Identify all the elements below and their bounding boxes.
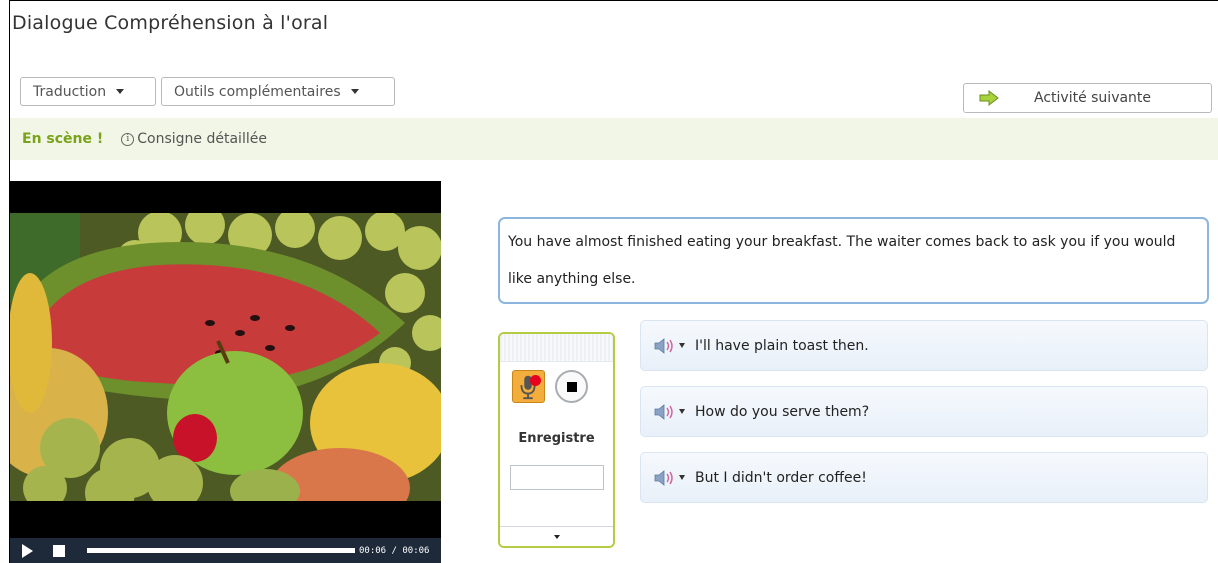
answer-option[interactable]: How do you serve them?	[640, 386, 1208, 437]
chevron-down-icon[interactable]	[679, 343, 685, 348]
video-progress-fill	[87, 548, 355, 553]
scene-label: En scène !	[22, 131, 104, 147]
situation-prompt: You have almost finished eating your bre…	[498, 217, 1209, 304]
next-activity-button[interactable]: Activité suivante	[963, 83, 1212, 113]
arrow-right-icon	[979, 90, 999, 106]
recorder-expand-button[interactable]	[500, 526, 613, 546]
recording-field[interactable]	[510, 465, 604, 490]
page-title: Dialogue Compréhension à l'oral	[12, 12, 329, 34]
stop-icon[interactable]	[53, 544, 65, 557]
video-progress-bar[interactable]	[87, 548, 355, 553]
recorder-header	[500, 334, 613, 362]
answer-option-text: But I didn't order coffee!	[695, 469, 867, 486]
play-icon[interactable]	[22, 543, 33, 558]
answer-option-text: How do you serve them?	[695, 403, 870, 420]
video-total-time: 00:06	[402, 545, 430, 556]
chevron-down-icon	[350, 89, 359, 94]
video-current-time: 00:06	[359, 545, 387, 556]
instructions-link[interactable]: i Consigne détaillée	[121, 131, 267, 147]
speaker-icon	[654, 403, 673, 420]
record-button[interactable]	[512, 370, 545, 403]
instruction-band: En scène ! i Consigne détaillée	[10, 118, 1218, 160]
instructions-label: Consigne détaillée	[137, 131, 267, 147]
video-frame-fruit	[10, 213, 441, 501]
chevron-down-icon[interactable]	[679, 409, 685, 414]
translation-dropdown[interactable]: Traduction	[20, 77, 156, 106]
situation-prompt-text: You have almost finished eating your bre…	[508, 234, 1176, 287]
speaker-icon	[654, 337, 673, 354]
info-icon: i	[121, 132, 135, 146]
stop-icon	[566, 381, 577, 392]
chevron-down-icon	[116, 89, 125, 94]
speaker-icon	[654, 469, 673, 486]
answer-option[interactable]: But I didn't order coffee!	[640, 452, 1208, 503]
next-activity-label: Activité suivante	[1034, 90, 1152, 106]
video-player[interactable]: 00:06 / 00:06	[10, 181, 441, 563]
record-indicator-icon	[530, 375, 541, 386]
chevron-down-icon	[553, 534, 560, 539]
tools-dropdown[interactable]: Outils complémentaires	[161, 77, 395, 106]
video-time: 00:06 / 00:06	[359, 545, 430, 556]
video-controls: 00:06 / 00:06	[10, 538, 441, 563]
translation-dropdown-label: Traduction	[33, 83, 107, 100]
stop-recording-button[interactable]	[555, 370, 588, 403]
recorder-label: Enregistre	[518, 431, 595, 446]
recorder-panel: Enregistre	[498, 332, 615, 548]
chevron-down-icon[interactable]	[679, 475, 685, 480]
tools-dropdown-label: Outils complémentaires	[174, 83, 341, 100]
answer-option[interactable]: I'll have plain toast then.	[640, 320, 1208, 371]
answer-option-text: I'll have plain toast then.	[695, 337, 869, 354]
